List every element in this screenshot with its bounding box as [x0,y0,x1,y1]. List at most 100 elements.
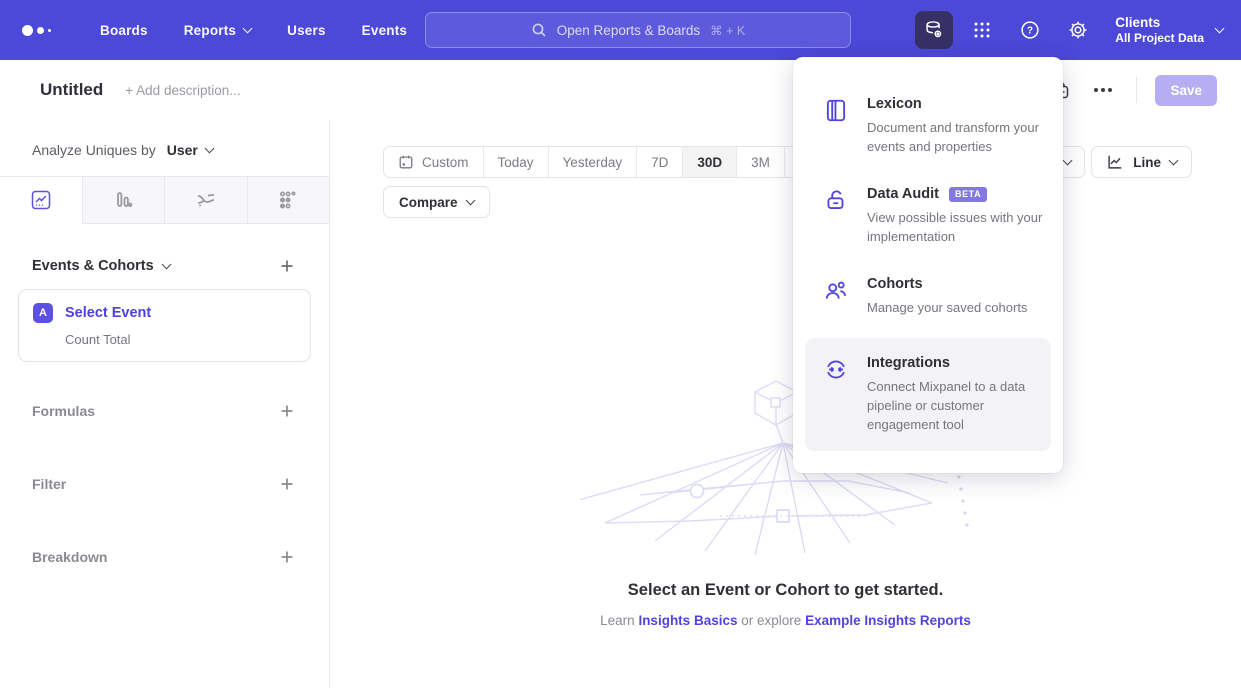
formulas-label: Formulas [32,403,95,419]
tab-metrics[interactable] [247,177,330,224]
sync-icon [823,355,849,434]
grid-icon [972,20,992,40]
nav-users[interactable]: Users [287,23,326,38]
add-breakdown-button[interactable] [277,547,297,567]
people-icon [823,276,849,317]
logo-dot [22,25,33,36]
learn-prefix: Learn [600,613,635,628]
chevron-down-icon [161,260,171,270]
analyze-label: Analyze Uniques by [32,142,156,158]
events-cohorts-label: Events & Cohorts [32,258,154,274]
event-card[interactable]: A Select Event Count Total [18,289,311,362]
settings-button[interactable] [1059,11,1097,49]
date-range-toolbar: Custom Today Yesterday 7D 30D 3M 6M [383,146,833,178]
project-name: All Project Data [1115,31,1204,46]
nav-label: Events [362,23,407,38]
plus-icon [279,403,295,419]
range-label: 30D [697,155,722,170]
analyze-by-selector[interactable]: User [167,142,213,158]
formulas-section: Formulas [0,374,329,447]
metrics-icon [277,189,299,211]
range-yesterday[interactable]: Yesterday [548,147,637,177]
chart-type-selector[interactable]: Line [1091,146,1192,178]
bar-chart-icon [112,189,134,211]
nav-label: Boards [100,23,148,38]
svg-text:?: ? [1027,26,1033,37]
range-7d[interactable]: 7D [636,147,682,177]
chevron-down-icon [1215,24,1225,34]
report-title[interactable]: Untitled [40,80,103,100]
help-button[interactable]: ? [1011,11,1049,49]
apps-grid-button[interactable] [963,11,1001,49]
query-builder-sidebar: Analyze Uniques by User [0,120,330,688]
navbar-right: ? Clients All Project Data [915,0,1223,60]
menu-item-title: Data Audit [867,186,939,202]
menu-item-description: Document and transform your events and p… [867,118,1043,156]
menu-item-integrations[interactable]: Integrations Connect Mixpanel to a data … [805,338,1051,451]
count-total-selector[interactable]: Count Total [65,332,296,347]
range-label: Custom [422,155,469,170]
range-30d[interactable]: 30D [682,147,736,177]
empty-state-title: Select an Event or Cohort to get started… [330,581,1241,600]
mixpanel-logo[interactable] [22,25,62,36]
calendar-icon [398,154,414,170]
range-label: Yesterday [563,155,623,170]
range-today[interactable]: Today [483,147,548,177]
add-description-field[interactable]: + Add description... [125,83,240,98]
chart-type-tabs [0,176,329,224]
nav-events[interactable]: Events [362,23,407,38]
event-letter-badge: A [33,303,53,323]
search-icon [531,22,547,38]
menu-item-cohorts[interactable]: Cohorts Manage your saved cohorts [793,261,1063,332]
gear-icon [1067,19,1089,41]
nav-reports[interactable]: Reports [184,23,251,38]
tab-flow-chart[interactable] [164,177,247,224]
range-3m[interactable]: 3M [736,147,784,177]
more-options-button[interactable] [1088,82,1118,98]
tab-line-chart[interactable] [0,177,82,224]
example-insights-reports-link[interactable]: Example Insights Reports [805,613,971,628]
chevron-down-icon [1169,156,1179,166]
save-button[interactable]: Save [1155,75,1217,106]
menu-item-title: Integrations [867,355,950,371]
header-actions: Save [1050,75,1217,106]
compare-label: Compare [399,195,458,210]
chevron-down-icon [1063,156,1073,166]
chevron-down-icon [204,144,214,154]
breakdown-label: Breakdown [32,549,107,565]
range-label: Today [498,155,534,170]
insights-basics-link[interactable]: Insights Basics [638,613,737,628]
data-management-button[interactable] [915,11,953,49]
tab-bar-chart[interactable] [82,177,165,224]
org-name: Clients [1115,14,1204,31]
nav-boards[interactable]: Boards [100,23,148,38]
chevron-down-icon [243,24,253,34]
events-cohorts-toggle[interactable]: Events & Cohorts [32,258,170,274]
flow-icon [194,188,218,212]
range-label: 7D [651,155,668,170]
chevron-down-icon [465,196,475,206]
menu-item-data-audit[interactable]: Data Audit BETA View possible issues wit… [793,171,1063,261]
line-chart-icon [1106,153,1124,171]
select-event-button[interactable]: Select Event [65,305,151,321]
beta-badge: BETA [949,187,987,202]
plus-icon [279,476,295,492]
chart-type-label: Line [1133,155,1161,170]
nav-label: Reports [184,23,236,38]
compare-button[interactable]: Compare [383,186,490,218]
line-chart-icon [30,189,52,211]
filter-section: Filter [0,447,329,520]
add-formula-button[interactable] [277,401,297,421]
menu-item-title: Lexicon [867,96,922,112]
help-icon: ? [1019,19,1041,41]
add-event-button[interactable] [277,256,297,276]
plus-icon [279,258,295,274]
add-filter-button[interactable] [277,474,297,494]
global-search-input[interactable]: Open Reports & Boards ⌘ + K [425,12,851,48]
menu-item-lexicon[interactable]: Lexicon Document and transform your even… [793,81,1063,171]
range-custom[interactable]: Custom [384,147,483,177]
search-shortcut: ⌘ + K [710,23,745,38]
project-selector[interactable]: Clients All Project Data [1115,14,1223,46]
database-gear-icon [923,19,945,41]
book-icon [823,96,849,156]
